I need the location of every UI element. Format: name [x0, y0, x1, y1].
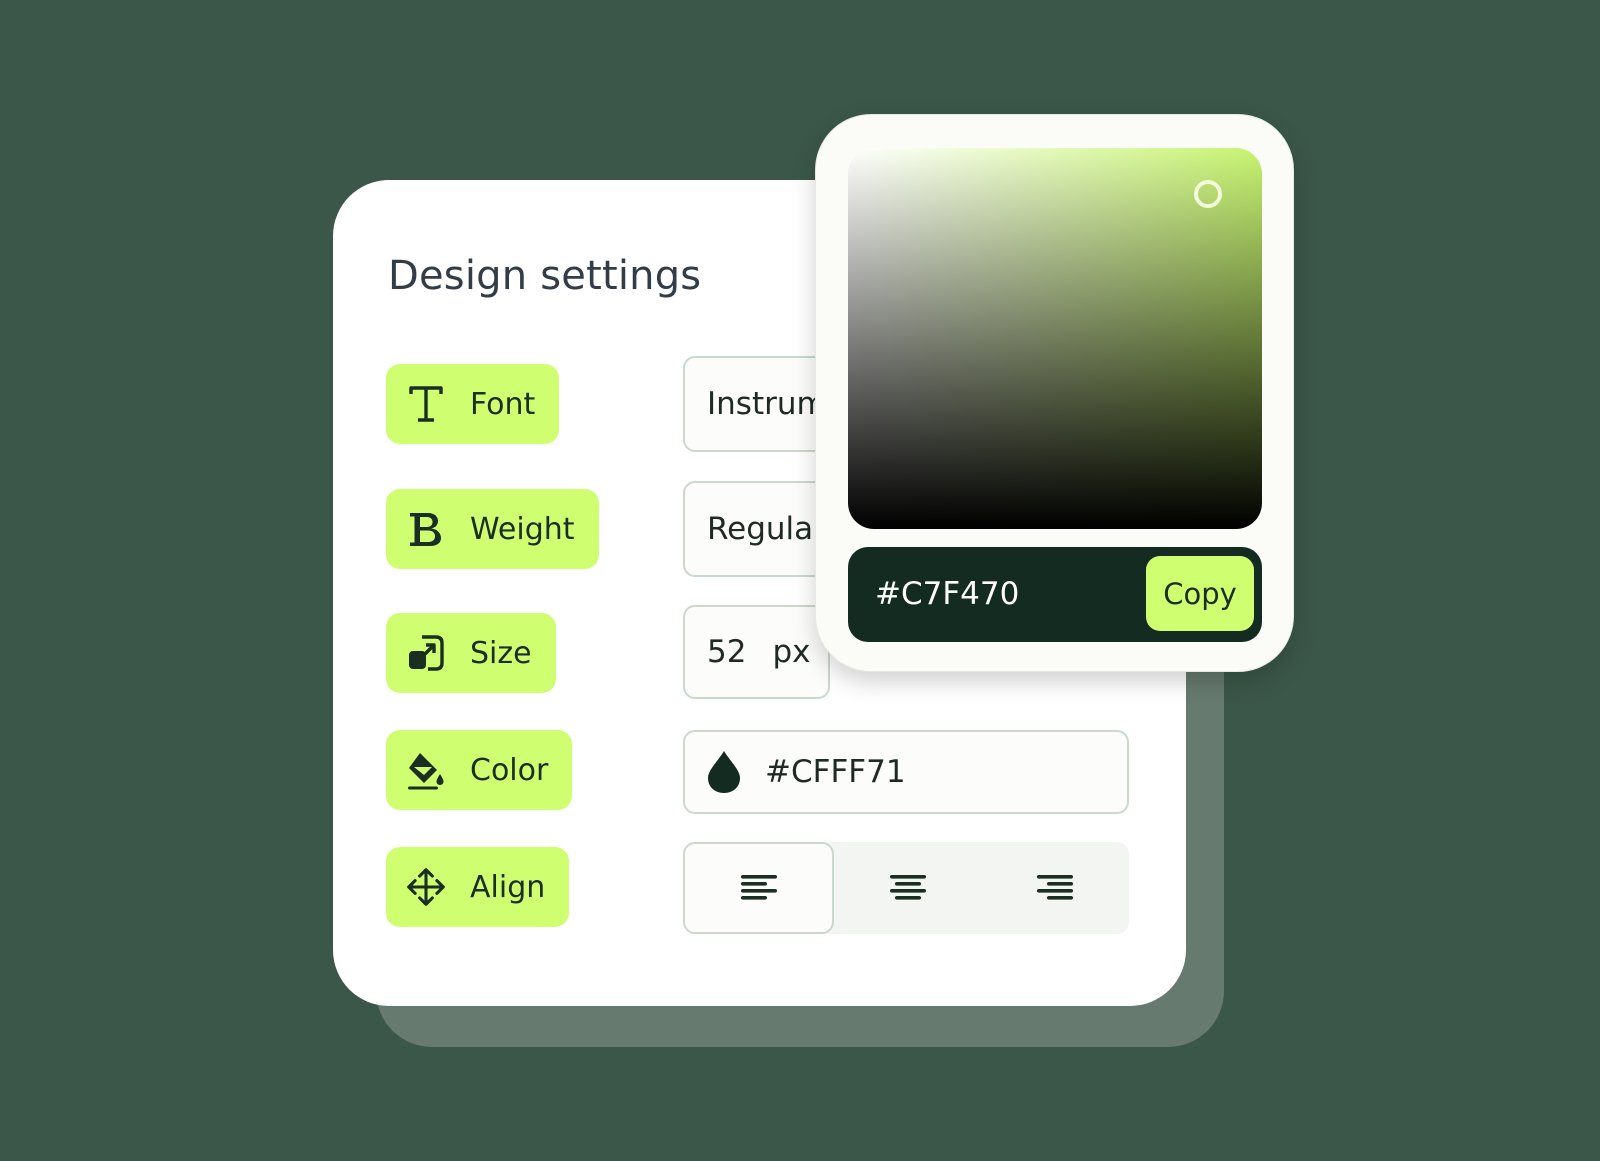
align-setting-button[interactable]: Align: [386, 847, 570, 927]
align-center-button[interactable]: [834, 842, 981, 934]
weight-setting-button[interactable]: Weight: [386, 489, 599, 569]
text-t-icon: [406, 384, 446, 424]
paint-bucket-icon: [406, 750, 446, 790]
align-center-icon: [889, 875, 926, 900]
align-left-button[interactable]: [683, 842, 835, 934]
size-setting-button[interactable]: Size: [386, 613, 556, 693]
font-setting-label: Font: [470, 386, 536, 422]
font-size-input[interactable]: 52 px: [683, 605, 830, 699]
panel-title: Design settings: [388, 253, 702, 299]
size-setting-label: Size: [470, 635, 532, 671]
text-align-segmented-control: [683, 842, 1129, 934]
color-picker-popover: #C7F470 Copy: [815, 114, 1294, 672]
font-weight-value: Regular: [707, 511, 826, 547]
copy-button[interactable]: Copy: [1146, 556, 1254, 631]
picker-hex-value: #C7F470: [875, 576, 1020, 612]
color-hex-value: #CFFF71: [765, 754, 906, 790]
align-right-button[interactable]: [982, 842, 1129, 934]
font-setting-button[interactable]: Font: [386, 364, 560, 444]
font-size-unit: px: [772, 634, 811, 670]
align-right-icon: [1037, 875, 1074, 900]
color-setting-label: Color: [470, 752, 549, 788]
align-setting-label: Align: [470, 869, 546, 905]
color-setting-button[interactable]: Color: [386, 730, 573, 810]
font-size-value: 52: [707, 634, 747, 670]
color-input[interactable]: #CFFF71: [683, 730, 1129, 814]
resize-icon: [406, 633, 446, 673]
color-picker-handle[interactable]: [1194, 180, 1222, 208]
color-gradient-area[interactable]: [848, 148, 1262, 529]
align-left-icon: [740, 875, 777, 900]
move-arrows-icon: [406, 867, 446, 907]
bold-b-icon: [406, 509, 446, 549]
color-drop-icon: [705, 749, 743, 795]
hex-value-bar: #C7F470 Copy: [848, 547, 1262, 642]
weight-setting-label: Weight: [470, 511, 575, 547]
